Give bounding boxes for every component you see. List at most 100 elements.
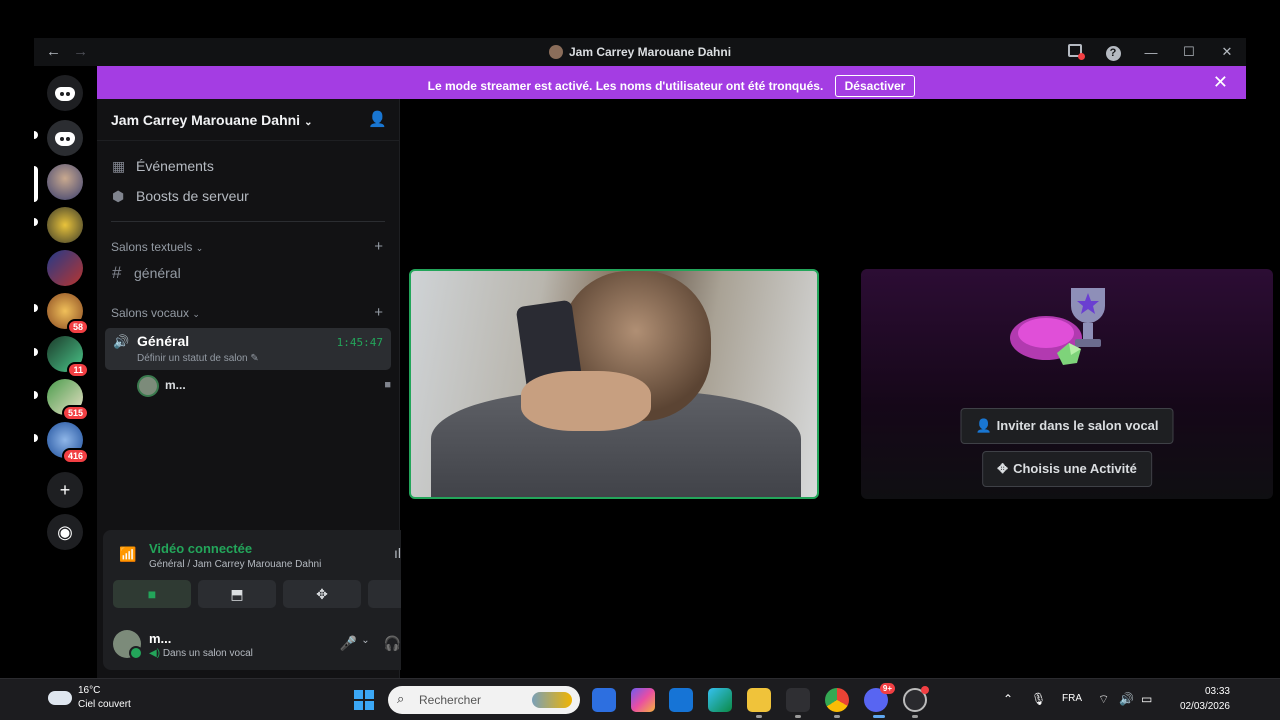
discover-button[interactable]: ◉ bbox=[47, 514, 83, 550]
invite-member-icon[interactable]: 👤 bbox=[368, 110, 387, 128]
create-text-channel-icon[interactable]: + bbox=[374, 236, 383, 258]
camera-icon: ■ bbox=[384, 379, 391, 391]
invite-to-voice-button[interactable]: 👤 Inviter dans le salon vocal bbox=[960, 408, 1174, 444]
category-label: Salons vocaux bbox=[111, 306, 190, 320]
maximize-button[interactable]: ☐ bbox=[1170, 44, 1208, 60]
banner-close-icon[interactable]: ✕ bbox=[1213, 72, 1228, 93]
discord-taskbar-icon[interactable]: 9+ bbox=[864, 683, 895, 712]
discord-logo-icon bbox=[55, 132, 75, 147]
channel-name: général bbox=[134, 265, 181, 281]
unread-pill bbox=[34, 218, 38, 226]
server-icon-4[interactable] bbox=[47, 250, 83, 286]
screen-share-icon: ⬒ bbox=[230, 586, 244, 602]
choose-activity-button[interactable]: ✥ Choisis une Activité bbox=[982, 451, 1152, 487]
speaker-icon: ◀) bbox=[149, 648, 161, 659]
inbox-button[interactable] bbox=[1056, 44, 1094, 60]
taskbar-search[interactable]: ⌕ Rechercher bbox=[388, 686, 580, 714]
speaker-icon: 🔊 bbox=[113, 334, 130, 349]
clock-date[interactable]: 02/03/2026 bbox=[1170, 701, 1230, 712]
signal-icon[interactable]: 📶 bbox=[119, 546, 136, 563]
stats-app-icon[interactable] bbox=[786, 688, 810, 712]
copilot-icon[interactable] bbox=[631, 688, 655, 712]
server-icon-current[interactable] bbox=[47, 120, 83, 156]
outlook-icon[interactable] bbox=[669, 688, 693, 712]
server-icon-7[interactable]: 515 bbox=[47, 379, 89, 421]
avatar[interactable] bbox=[113, 630, 143, 660]
search-icon: ⌕ bbox=[397, 691, 405, 706]
start-button[interactable] bbox=[354, 690, 374, 710]
inbox-icon bbox=[1068, 44, 1085, 60]
battery-icon[interactable]: ▭ bbox=[1141, 692, 1152, 706]
help-icon: ? bbox=[1105, 45, 1121, 61]
video-image bbox=[521, 371, 651, 431]
clock-time[interactable]: 03:33 bbox=[1174, 686, 1230, 697]
disable-streamer-button[interactable]: Désactiver bbox=[834, 75, 916, 97]
server-icon-5[interactable]: 58 bbox=[47, 293, 89, 335]
unread-pill bbox=[34, 391, 38, 399]
server-icon-8[interactable]: 416 bbox=[47, 422, 89, 464]
server-avatar-icon bbox=[548, 45, 563, 59]
set-channel-status[interactable]: Définir un statut de salon ✎ bbox=[137, 353, 259, 364]
user-name[interactable]: m... bbox=[149, 631, 171, 646]
server-icon-3[interactable] bbox=[47, 207, 83, 243]
streamer-mode-banner: Le mode streamer est activé. Les noms d'… bbox=[97, 66, 1246, 99]
user-status: ◀) Dans un salon vocal bbox=[149, 648, 253, 659]
voice-timer: 1:45:47 bbox=[336, 336, 383, 349]
plus-icon: + bbox=[59, 480, 71, 500]
guild-header[interactable]: Jam Carrey Marouane Dahni ⌄ 👤 bbox=[97, 99, 399, 141]
temperature: 16°C bbox=[78, 685, 101, 696]
sidebar-item-label: Boosts de serveur bbox=[136, 188, 249, 204]
calendar-icon: ▦ bbox=[112, 158, 126, 174]
voice-status-subtitle[interactable]: Général / Jam Carrey Marouane Dahni bbox=[149, 559, 321, 570]
selected-pill bbox=[34, 166, 38, 202]
chrome-icon[interactable] bbox=[825, 688, 849, 712]
home-button[interactable] bbox=[47, 75, 83, 111]
notification-dot bbox=[921, 686, 929, 694]
banner-message: Le mode streamer est activé. Les noms d'… bbox=[97, 75, 1246, 97]
hash-icon: # bbox=[112, 263, 122, 282]
server-icon-6[interactable]: 11 bbox=[47, 336, 89, 378]
video-tile[interactable] bbox=[409, 269, 819, 499]
create-voice-channel-icon[interactable]: + bbox=[374, 302, 383, 324]
add-server-button[interactable]: + bbox=[47, 472, 83, 508]
chevron-down-icon[interactable]: ⌄ bbox=[361, 635, 369, 652]
text-channel-general[interactable]: # général bbox=[97, 258, 399, 288]
microphone-icon[interactable]: 🎤 bbox=[340, 635, 357, 652]
sidebar-item-events[interactable]: ▦ Événements bbox=[97, 151, 399, 181]
activities-button[interactable]: ✥ bbox=[283, 580, 361, 608]
running-indicator bbox=[912, 715, 918, 718]
minimize-button[interactable]: — bbox=[1132, 45, 1170, 60]
language-indicator[interactable]: FRA bbox=[1062, 693, 1082, 704]
server-icon-2[interactable] bbox=[47, 164, 83, 200]
voice-stage: 👤 Inviter dans le salon vocal ✥ Choisis un… bbox=[401, 99, 1273, 678]
category-text-channels[interactable]: Salons textuels ⌄ + bbox=[97, 236, 399, 258]
volume-icon[interactable]: 🔊 bbox=[1119, 692, 1134, 706]
activity-label: Choisis une Activité bbox=[1013, 461, 1137, 476]
wifi-icon[interactable]: ⌔ bbox=[1098, 692, 1109, 707]
running-indicator bbox=[795, 715, 801, 718]
voice-user[interactable]: m... ■ bbox=[137, 370, 399, 400]
running-indicator bbox=[756, 715, 762, 718]
close-window-button[interactable]: ✕ bbox=[1208, 44, 1246, 60]
voice-channel-general[interactable]: 🔊 Général 1:45:47 Définir un statut de s… bbox=[105, 328, 391, 370]
file-explorer-icon[interactable] bbox=[747, 688, 771, 712]
category-label: Salons textuels bbox=[111, 240, 193, 254]
unread-pill bbox=[34, 434, 38, 442]
chevron-up-icon[interactable]: ⌃ bbox=[1003, 692, 1013, 706]
screen-share-button[interactable]: ⬒ bbox=[198, 580, 276, 608]
app-icon[interactable] bbox=[903, 686, 929, 712]
help-button[interactable]: ? bbox=[1094, 44, 1132, 61]
boost-icon: ⬢ bbox=[112, 188, 125, 204]
voice-channel-name: Général bbox=[137, 333, 190, 349]
cloud-icon bbox=[48, 691, 72, 705]
category-voice-channels[interactable]: Salons vocaux ⌄ + bbox=[97, 302, 399, 324]
sidebar-item-boosts[interactable]: ⬢ Boosts de serveur bbox=[97, 181, 399, 211]
microphone-icon[interactable]: 🎙 bbox=[1031, 692, 1046, 706]
unread-pill bbox=[34, 348, 38, 356]
mention-badge: 515 bbox=[61, 405, 89, 421]
taskbar-app-icon[interactable] bbox=[592, 688, 616, 712]
headphones-icon[interactable]: 🎧 bbox=[384, 635, 401, 652]
edge-icon[interactable] bbox=[708, 688, 732, 712]
banner-text: Le mode streamer est activé. Les noms d'… bbox=[427, 79, 824, 93]
camera-toggle-button[interactable]: ■ bbox=[113, 580, 191, 608]
